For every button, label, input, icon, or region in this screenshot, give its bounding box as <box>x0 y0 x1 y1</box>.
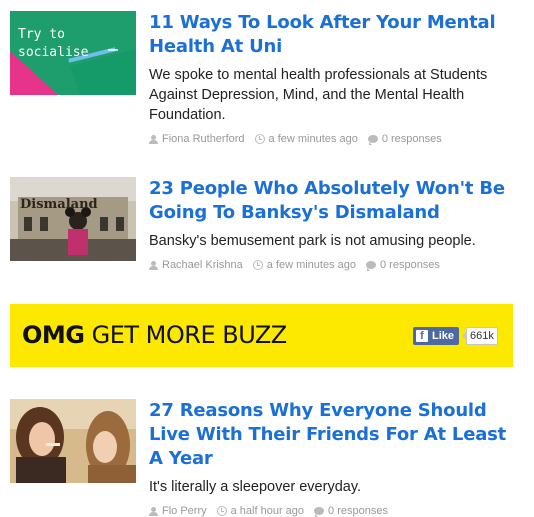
timestamp: a few minutes ago <box>266 259 356 271</box>
article-title[interactable]: 27 Reasons Why Everyone Should Live With… <box>149 399 519 471</box>
banner-text: OMG GET MORE BUZZ <box>22 321 287 349</box>
clock-icon <box>254 134 265 144</box>
article-thumbnail[interactable] <box>10 399 136 483</box>
article-meta: Rachael Krishna a few minutes ago 0 resp… <box>149 259 519 271</box>
timestamp: a few minutes ago <box>268 133 358 145</box>
clock-icon <box>252 260 263 270</box>
thumb-text-line2: socialise <box>18 45 89 60</box>
comment-icon <box>314 507 325 517</box>
facebook-like-button[interactable]: f Like <box>413 327 460 345</box>
clock-icon <box>216 506 227 516</box>
responses-count[interactable]: 0 responses <box>328 505 388 517</box>
article-meta: Fiona Rutherford a few minutes ago 0 res… <box>149 133 519 145</box>
like-count: 661k <box>462 327 498 345</box>
get-more-buzz-banner[interactable]: OMG GET MORE BUZZ f Like 661k <box>10 304 513 367</box>
author-icon <box>149 134 158 144</box>
article-description: It's literally a sleepover everyday. <box>149 479 362 495</box>
thumbnail-image <box>10 399 136 483</box>
article-thumbnail[interactable]: Dismaland <box>10 177 136 261</box>
author-icon <box>149 506 158 516</box>
responses-count[interactable]: 0 responses <box>382 133 442 145</box>
banner-omg: OMG <box>22 321 85 349</box>
timestamp: a half hour ago <box>230 505 305 517</box>
thumbnail-image: Try to socialise <box>10 11 136 95</box>
author-name[interactable]: Flo Perry <box>162 505 207 517</box>
thumb-text-line1: Try to <box>18 27 65 42</box>
banner-tagline: GET MORE BUZZ <box>84 321 288 349</box>
facebook-icon: f <box>416 330 428 342</box>
comment-icon <box>366 261 376 271</box>
article-thumbnail[interactable]: Try to socialise <box>10 11 136 95</box>
author-icon <box>149 260 158 270</box>
article-description: Bansky's bemusement park is not amusing … <box>149 233 476 249</box>
thumb-sign-text: Dismaland <box>20 197 98 212</box>
responses-count[interactable]: 0 responses <box>380 259 440 271</box>
thumbnail-image: Dismaland <box>10 177 136 261</box>
author-name[interactable]: Fiona Rutherford <box>162 133 245 145</box>
like-label: Like <box>432 330 455 342</box>
article-title[interactable]: 23 People Who Absolutely Won't Be Going … <box>149 177 519 225</box>
article-meta: Flo Perry a half hour ago 0 responses <box>149 505 519 517</box>
author-name[interactable]: Rachael Krishna <box>162 259 243 271</box>
article-description: We spoke to mental health professionals … <box>149 67 488 123</box>
article-title[interactable]: 11 Ways To Look After Your Mental Health… <box>149 11 519 59</box>
comment-icon <box>367 135 378 145</box>
